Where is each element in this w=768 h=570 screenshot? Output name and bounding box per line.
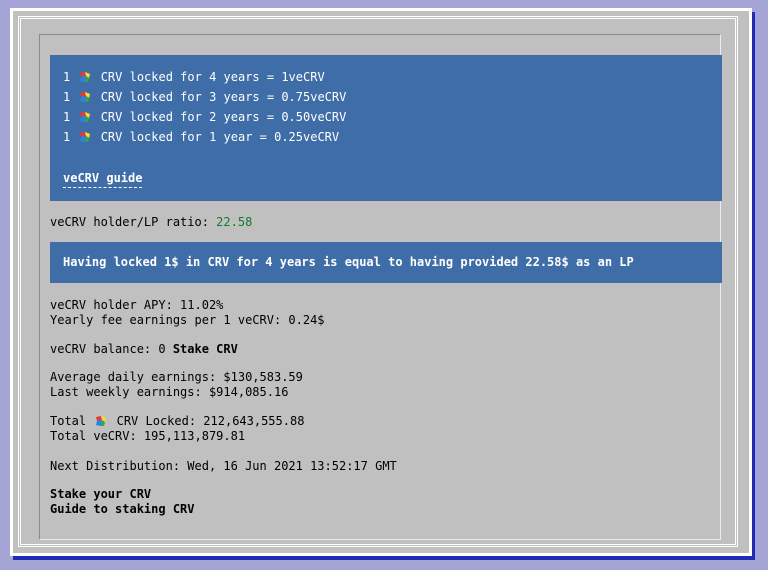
rate-line-1y: 1 CRV locked for 1 year = 0.25veCRV [63, 127, 339, 147]
crv-icon [80, 112, 91, 122]
rate-amount: 1 [63, 110, 71, 124]
holder-lp-ratio: veCRV holder/LP ratio: 22.58 [50, 215, 252, 230]
window-inner-border: 1 CRV locked for 4 years = 1veCRV 1 CRV … [18, 16, 738, 547]
balance-label: veCRV balance: 0 [50, 342, 173, 356]
crv-icon [80, 92, 91, 102]
rate-amount: 1 [63, 90, 71, 104]
next-distribution: Next Distribution: Wed, 16 Jun 2021 13:5… [50, 459, 397, 473]
crv-icon [80, 72, 91, 82]
ratio-label: veCRV holder/LP ratio: [50, 215, 217, 229]
rate-line-3y: 1 CRV locked for 3 years = 0.75veCRV [63, 87, 346, 107]
vecrv-balance: veCRV balance: 0 Stake CRV [50, 342, 238, 357]
ratio-banner-text: Having locked 1$ in CRV for 4 years is e… [63, 255, 634, 269]
last-weekly-earnings: Last weekly earnings: $914,085.16 [50, 385, 289, 399]
rate-text: CRV locked for 1 year = 0.25veCRV [100, 130, 340, 144]
ratio-banner: Having locked 1$ in CRV for 4 years is e… [50, 242, 722, 283]
app-window: 1 CRV locked for 4 years = 1veCRV 1 CRV … [10, 8, 752, 556]
total-locked-prefix: Total [50, 414, 87, 428]
rate-text: CRV locked for 2 years = 0.50veCRV [100, 110, 347, 124]
ratio-value: 22.58 [216, 215, 253, 229]
vecrv-guide-link[interactable]: veCRV guide [63, 169, 143, 188]
apy-text: veCRV holder APY: 11.02% [50, 298, 224, 312]
rate-line-4y: 1 CRV locked for 4 years = 1veCRV [63, 67, 325, 87]
avg-daily-earnings: Average daily earnings: $130,583.59 [50, 370, 303, 384]
rate-amount: 1 [63, 130, 71, 144]
lock-rates-panel: 1 CRV locked for 4 years = 1veCRV 1 CRV … [50, 55, 722, 201]
total-locked-value: CRV Locked: 212,643,555.88 [116, 414, 305, 428]
guide-to-staking-link[interactable]: Guide to staking CRV [50, 502, 195, 517]
stake-crv-link[interactable]: Stake CRV [173, 342, 238, 356]
crv-icon [96, 416, 107, 426]
stake-your-crv-link[interactable]: Stake your CRV [50, 487, 151, 502]
total-vecrv: Total veCRV: 195,113,879.81 [50, 429, 246, 443]
content-area: 1 CRV locked for 4 years = 1veCRV 1 CRV … [39, 34, 722, 540]
rate-amount: 1 [63, 70, 71, 84]
rate-line-2y: 1 CRV locked for 2 years = 0.50veCRV [63, 107, 346, 127]
crv-icon [80, 132, 91, 142]
rate-text: CRV locked for 3 years = 0.75veCRV [100, 90, 347, 104]
yearly-fee-text: Yearly fee earnings per 1 veCRV: 0.24$ [50, 313, 325, 327]
total-crv-locked: Total CRV Locked: 212,643,555.88 [50, 414, 304, 429]
rate-text: CRV locked for 4 years = 1veCRV [100, 70, 325, 84]
